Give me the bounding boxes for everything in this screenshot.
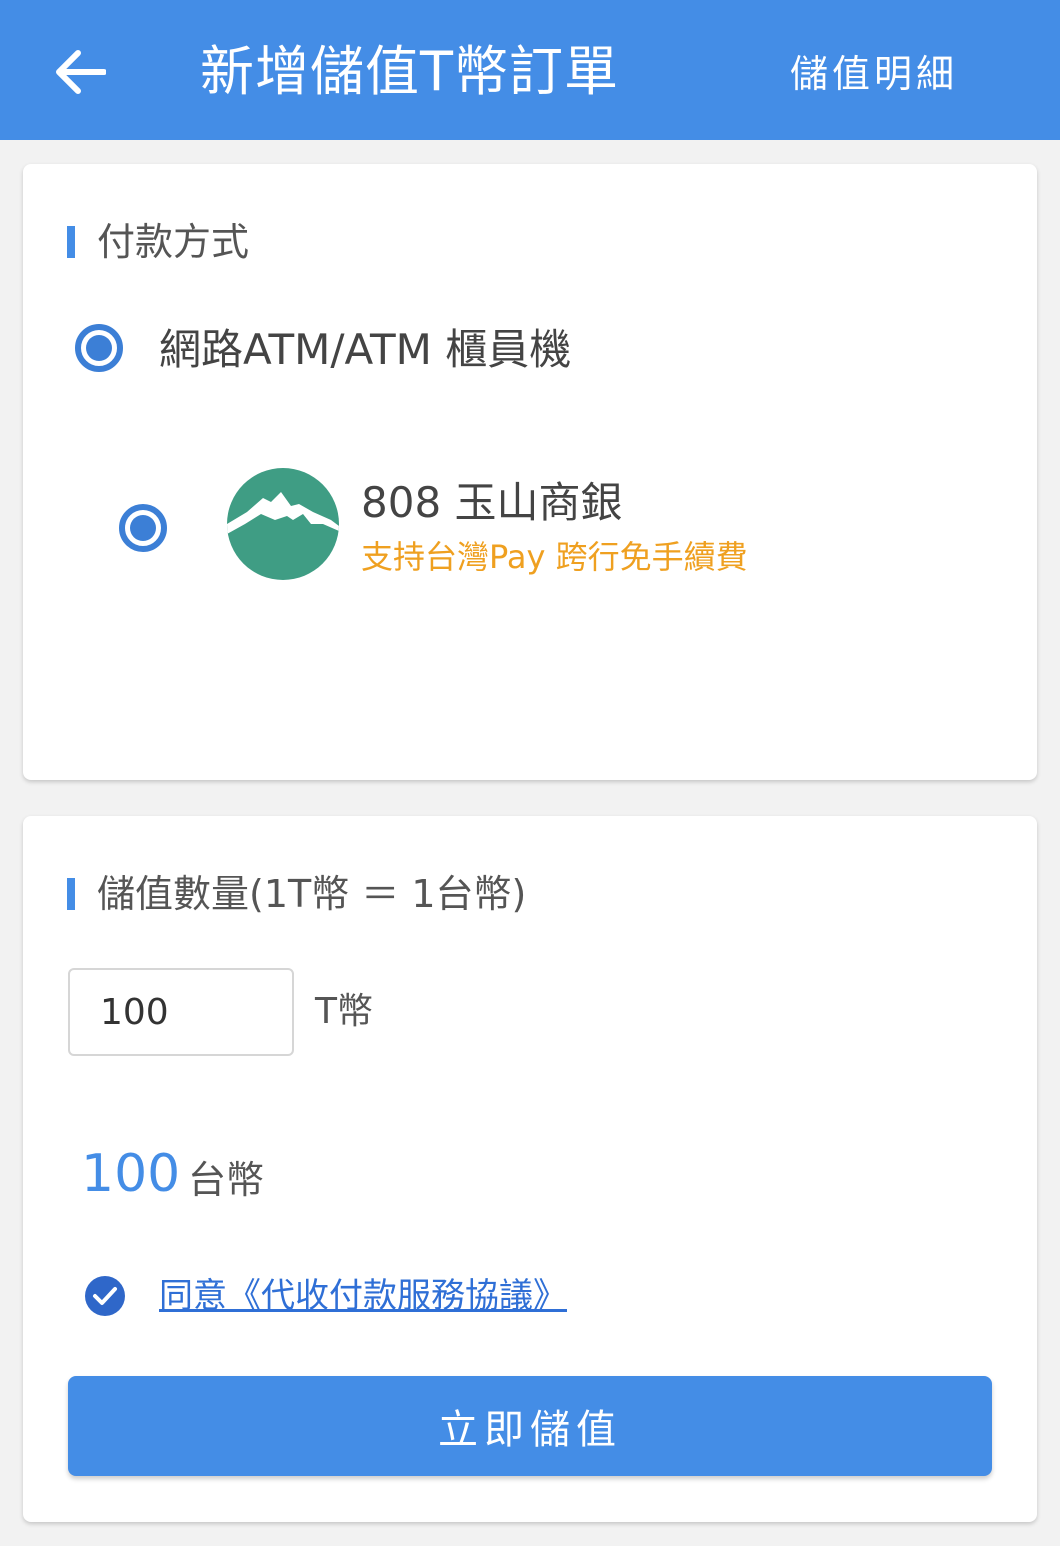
app-bar: 新增儲值T幣訂單 儲值明細 (0, 0, 1060, 140)
checkmark-icon (93, 1287, 117, 1305)
agreement-checkbox[interactable] (85, 1276, 125, 1316)
amount-card: 儲值數量(1T幣 ＝ 1台幣) T幣 100 台幣 同意《代收付款服務協議》 立… (23, 816, 1037, 1522)
arrow-left-icon (56, 50, 106, 94)
back-button[interactable] (44, 36, 116, 108)
total-amount-value: 100 (81, 1144, 181, 1204)
radio-selected-dot (86, 335, 112, 361)
amount-input[interactable] (68, 968, 294, 1056)
mountain-shape (227, 492, 339, 534)
section-marker (67, 226, 75, 258)
amount-unit-label: T幣 (315, 991, 373, 1032)
page-title: 新增儲值T幣訂單 (200, 40, 619, 103)
radio-selected-dot (130, 515, 156, 541)
section-marker (67, 878, 75, 910)
atm-method-label[interactable]: 網路ATM/ATM 櫃員機 (159, 322, 571, 378)
history-button[interactable]: 儲值明細 (790, 44, 980, 104)
total-amount-unit: 台幣 (188, 1158, 265, 1202)
mountain-logo-icon (227, 468, 339, 580)
submit-button[interactable]: 立即儲值 (68, 1376, 992, 1476)
atm-method-radio[interactable] (75, 324, 123, 372)
bank-name: 808 玉山商銀 (361, 478, 623, 527)
bank-note: 支持台灣Pay 跨行免手續費 (361, 538, 748, 576)
payment-method-card: 付款方式 網路ATM/ATM 櫃員機 808 玉山商銀 支持台灣Pay 跨行免手… (23, 164, 1037, 780)
bank-radio[interactable] (119, 504, 167, 552)
payment-section-label: 付款方式 (97, 220, 250, 264)
agreement-link[interactable]: 同意《代收付款服務協議》 (159, 1272, 567, 1320)
amount-section-label: 儲值數量(1T幣 ＝ 1台幣) (97, 872, 527, 916)
